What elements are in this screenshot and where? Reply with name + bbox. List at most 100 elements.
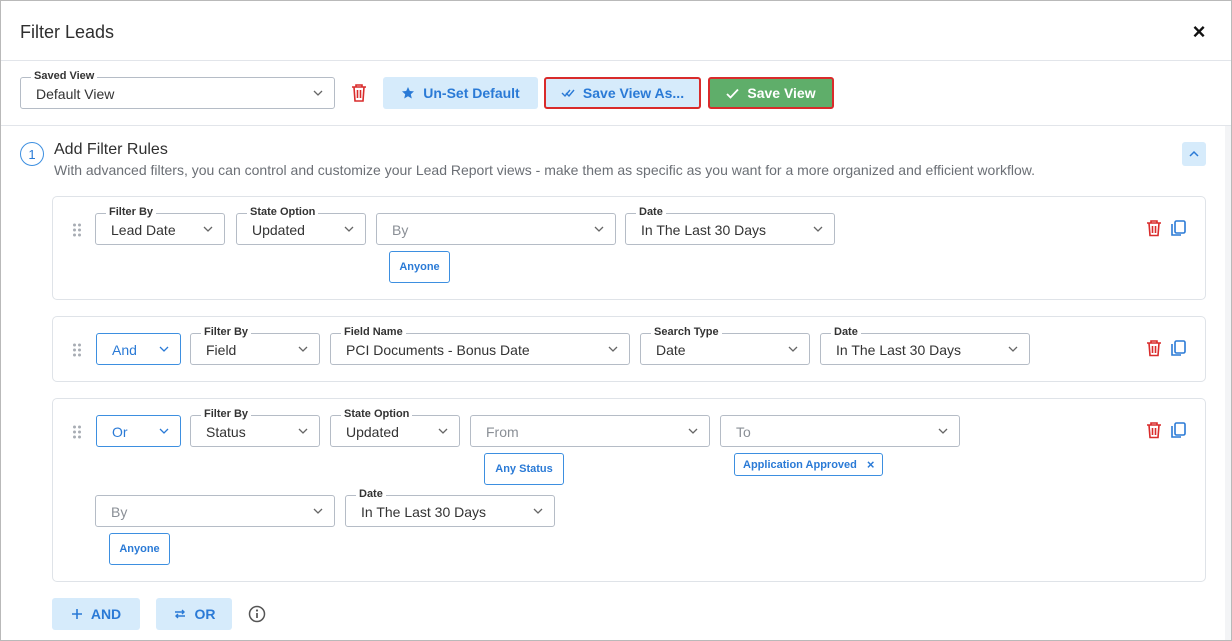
plus-icon [71,609,82,619]
and-or-connector-select[interactable]: Or [96,415,181,447]
filter-leads-modal: Filter Leads × Saved View Default View U… [0,0,1232,641]
chevron-down-icon [298,346,308,352]
chevron-down-icon [938,428,948,434]
step-number-badge: 1 [20,142,44,166]
unset-default-button[interactable]: Un-Set Default [383,77,538,109]
info-icon[interactable] [248,605,266,623]
date-range-select[interactable]: Date In The Last 30 Days [820,325,1030,365]
filter-rule-3: Or Filter By Status State Option Updated… [52,398,1206,582]
save-view-as-button[interactable]: Save View As... [544,77,701,109]
saved-view-select[interactable]: Saved View Default View [20,69,335,109]
filter-by-value: Field [206,342,237,358]
chevron-down-icon [313,90,323,96]
duplicate-rule-icon[interactable] [1169,339,1187,357]
close-icon[interactable]: × [1188,21,1210,43]
chevron-down-icon [594,226,604,232]
search-type-value: Date [656,342,686,358]
chevron-down-icon [159,428,169,434]
filter-by-select[interactable]: Filter By Lead Date [95,205,225,245]
drag-handle-icon[interactable] [72,343,82,357]
section-description: With advanced filters, you can control a… [54,162,1035,178]
state-option-value: Updated [346,424,399,440]
filter-by-select[interactable]: Filter By Status [190,407,320,447]
add-and-rule-button[interactable]: AND [52,598,140,630]
scrollbar-track[interactable] [1225,126,1231,640]
state-option-label: State Option [247,205,319,219]
search-type-select[interactable]: Search Type Date [640,325,810,365]
delete-rule-icon[interactable] [1145,219,1163,237]
anyone-chip[interactable]: Anyone [109,533,170,565]
anyone-chip[interactable]: Anyone [389,251,450,283]
swap-arrows-icon [174,609,185,619]
chevron-down-icon [344,226,354,232]
state-option-select[interactable]: State Option Updated [330,407,460,447]
save-view-label: Save View [747,85,816,101]
from-placeholder: From [486,424,519,440]
modal-title: Filter Leads [20,22,115,42]
to-placeholder: To [736,424,751,440]
filter-rule-2: And Filter By Field Field Name PCI Docum… [52,316,1206,382]
state-option-label: State Option [341,407,413,421]
chevron-down-icon [533,508,543,514]
filter-by-select[interactable]: Filter By Field [190,325,320,365]
state-option-select[interactable]: State Option Updated [236,205,366,245]
filter-by-label: Filter By [106,205,157,219]
duplicate-rule-icon[interactable] [1169,421,1187,439]
date-value: In The Last 30 Days [361,504,487,520]
filter-by-label: Filter By [201,325,252,339]
date-range-select[interactable]: Date In The Last 30 Days [625,205,835,245]
chevron-down-icon [813,226,823,232]
modal-header: Filter Leads × [1,1,1231,61]
search-type-label: Search Type [651,325,722,339]
chevron-down-icon [788,346,798,352]
field-name-select[interactable]: Field Name PCI Documents - Bonus Date [330,325,630,365]
add-and-label: AND [90,606,122,622]
delete-view-icon[interactable] [350,83,368,103]
duplicate-rule-icon[interactable] [1169,219,1187,237]
from-status-select[interactable]: From [470,415,710,447]
by-placeholder: By [111,504,128,520]
saved-view-toolbar: Saved View Default View Un-Set Default S… [1,61,1231,126]
add-or-label: OR [194,606,216,622]
by-user-select[interactable]: By [95,495,335,527]
to-status-select[interactable]: To [720,415,960,447]
remove-tag-icon[interactable]: × [867,457,875,472]
any-status-chip[interactable]: Any Status [484,453,564,485]
date-value: In The Last 30 Days [641,222,767,238]
unset-default-label: Un-Set Default [423,85,520,101]
collapse-section-button[interactable] [1182,142,1206,166]
drag-handle-icon[interactable] [72,223,82,237]
by-placeholder: By [392,222,409,238]
field-name-value: PCI Documents - Bonus Date [346,342,530,358]
chevron-down-icon [688,428,698,434]
date-label: Date [636,205,666,219]
chevron-up-icon [1189,150,1199,157]
double-check-icon [561,89,575,98]
field-name-label: Field Name [341,325,406,339]
saved-view-label: Saved View [31,69,98,83]
section-title: Add Filter Rules [54,141,168,158]
drag-handle-icon[interactable] [72,425,82,439]
date-label: Date [831,325,861,339]
chevron-down-icon [203,226,213,232]
by-user-select[interactable]: By [376,213,616,245]
add-or-rule-button[interactable]: OR [156,598,232,630]
chevron-down-icon [608,346,618,352]
save-view-as-label: Save View As... [582,85,685,101]
and-or-connector-select[interactable]: And [96,333,181,365]
save-view-button[interactable]: Save View [708,77,834,109]
connector-value: Or [112,424,128,440]
filter-by-value: Lead Date [111,222,176,238]
filter-by-value: Status [206,424,246,440]
delete-rule-icon[interactable] [1145,339,1163,357]
status-tag: Application Approved × [734,453,884,476]
date-range-select[interactable]: Date In The Last 30 Days [345,487,555,527]
connector-value: And [112,342,137,358]
chevron-down-icon [1008,346,1018,352]
state-option-value: Updated [252,222,305,238]
saved-view-value: Default View [36,86,115,102]
filter-by-label: Filter By [201,407,252,421]
chevron-down-icon [313,508,323,514]
chevron-down-icon [159,346,169,352]
delete-rule-icon[interactable] [1145,421,1163,439]
